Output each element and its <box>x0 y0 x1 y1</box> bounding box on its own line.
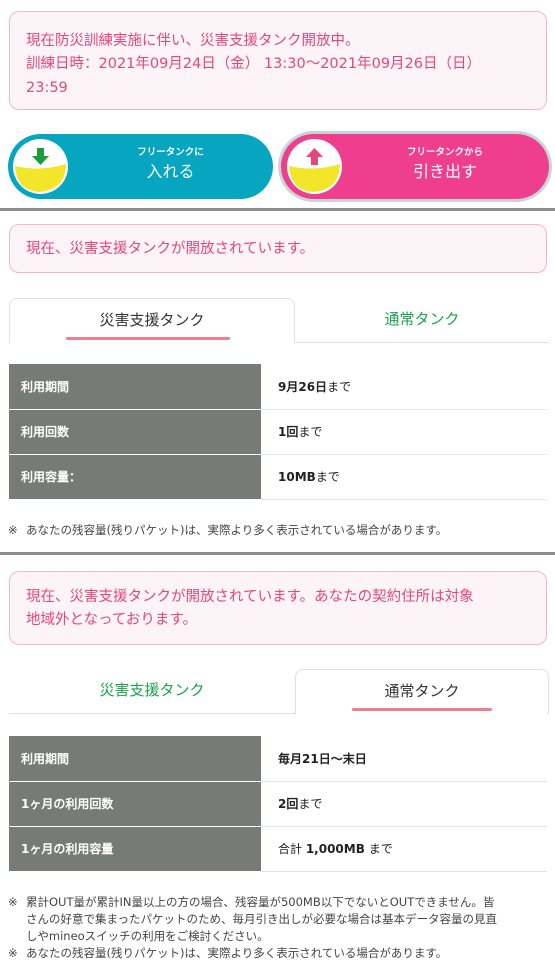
row-label: 利用容量： <box>9 454 261 500</box>
disaster-tank-table: 利用期間 9月26日まで 利用回数 1回まで 利用容量： 10MBまで <box>9 364 547 500</box>
withdraw-button-caption: フリータンクから <box>406 147 483 158</box>
deposit-button-caption: フリータンクに <box>137 147 204 158</box>
row-value: 10MBまで <box>261 454 547 500</box>
row-value: 毎月21日～末日 <box>261 736 547 782</box>
training-notice: 現在防災訓練実施に伴い、災害支援タンク開放中。 訓練日時：2021年09月24日… <box>9 11 547 110</box>
row-value: 合計 1,000MB まで <box>261 826 547 872</box>
row-value: 9月26日まで <box>261 364 547 410</box>
active-tab-underline <box>352 708 492 711</box>
remaining-capacity-note: ※ あなたの残容量(残りパケット)は、実際より多く表示されている場合があります。 <box>8 523 448 537</box>
section-divider <box>0 552 555 555</box>
active-tab-underline <box>66 337 230 340</box>
deposit-button-label: 入れる <box>146 162 195 181</box>
table-row: 利用期間 9月26日まで <box>9 364 547 410</box>
tank-tabs: 災害支援タンク 通常タンク <box>9 298 549 343</box>
arrow-down-icon <box>13 139 68 194</box>
withdraw-button[interactable]: フリータンクから 引き出す <box>281 134 549 199</box>
arrow-up-icon <box>287 139 342 194</box>
withdrawal-rule-note: ※ 累計OUT量が累計IN量以上の方の場合、残容量が500MB以下でないとOUT… <box>8 895 498 960</box>
out-of-area-notice: 現在、災害支援タンクが開放されています。あなたの契約住所は対象 地域外となってお… <box>9 571 547 645</box>
out-of-area-notice-line1: 現在、災害支援タンクが開放されています。あなたの契約住所は対象 <box>26 589 474 605</box>
tab-disaster-tank[interactable]: 災害支援タンク <box>9 669 295 714</box>
out-of-area-notice-line2: 地域外となっております。 <box>26 612 197 628</box>
row-label: 利用回数 <box>9 409 261 455</box>
row-label: 利用期間 <box>9 364 261 410</box>
section-divider <box>0 208 555 211</box>
tank-open-notice: 現在、災害支援タンクが開放されています。 <box>9 224 547 273</box>
table-row: 1ヶ月の利用容量 合計 1,000MB まで <box>9 826 547 872</box>
row-label: 1ヶ月の利用容量 <box>9 826 261 872</box>
tab-normal-tank[interactable]: 通常タンク <box>295 298 549 343</box>
tab-normal-tank-label: 通常タンク <box>384 682 460 700</box>
table-row: 1ヶ月の利用回数 2回まで <box>9 781 547 827</box>
row-label: 1ヶ月の利用回数 <box>9 781 261 827</box>
training-notice-line1: 現在防災訓練実施に伴い、災害支援タンク開放中。 <box>26 33 360 49</box>
tank-tabs: 災害支援タンク 通常タンク <box>9 669 549 714</box>
row-label: 利用期間 <box>9 736 261 782</box>
tank-open-notice-text: 現在、災害支援タンクが開放されています。 <box>26 241 315 257</box>
tab-disaster-tank-label: 災害支援タンク <box>99 311 205 329</box>
row-value: 1回まで <box>261 409 547 455</box>
table-row: 利用期間 毎月21日～末日 <box>9 736 547 782</box>
deposit-button[interactable]: フリータンクに 入れる <box>8 134 273 199</box>
table-row: 利用容量： 10MBまで <box>9 454 547 500</box>
tab-disaster-tank-label: 災害支援タンク <box>99 681 205 699</box>
tab-normal-tank[interactable]: 通常タンク <box>295 669 549 714</box>
tab-disaster-tank[interactable]: 災害支援タンク <box>9 298 295 343</box>
tab-normal-tank-label: 通常タンク <box>384 310 460 328</box>
row-value: 2回まで <box>261 781 547 827</box>
table-row: 利用回数 1回まで <box>9 409 547 455</box>
training-notice-line3: 23:59 <box>26 80 68 96</box>
normal-tank-table: 利用期間 毎月21日～末日 1ヶ月の利用回数 2回まで 1ヶ月の利用容量 合計 … <box>9 736 547 872</box>
withdraw-button-label: 引き出す <box>412 162 477 181</box>
training-notice-line2: 訓練日時：2021年09月24日（金） 13:30～2021年09月26日（日） <box>26 56 481 72</box>
